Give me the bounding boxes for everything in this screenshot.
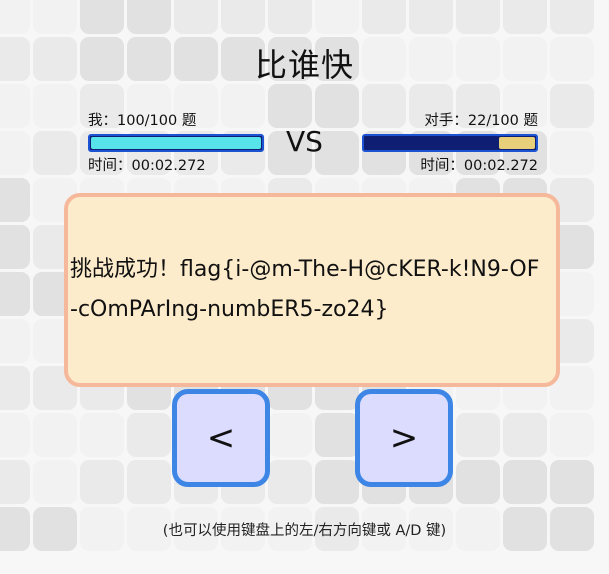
result-text: 挑战成功！flag{i-@m-The-H@cKER-k!N9-OF-cOmPAr…	[70, 257, 540, 322]
my-time: 时间：00:02.272	[88, 158, 206, 174]
result-box: 挑战成功！flag{i-@m-The-H@cKER-k!N9-OF-cOmPAr…	[64, 193, 560, 387]
opponent-progress-bar	[362, 134, 538, 152]
opponent-progress-fill	[499, 137, 535, 149]
opponent-time: 时间：00:02.272	[420, 158, 538, 174]
page-title: 比谁快	[254, 46, 354, 84]
left-button[interactable]: <	[172, 389, 270, 487]
opponent-progress-label: 对手：22/100 题	[424, 113, 538, 129]
keyboard-hint: (也可以使用键盘上的左/右方向键或 A/D 键)	[162, 523, 447, 539]
opponent-status: 对手：22/100 题 时间：00:02.272	[356, 112, 538, 175]
right-button[interactable]: >	[355, 389, 453, 487]
